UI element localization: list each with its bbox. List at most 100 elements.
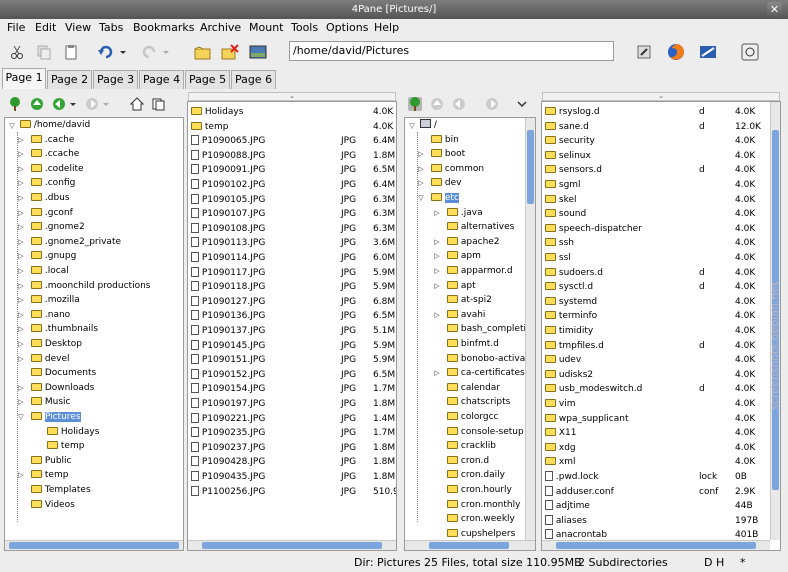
close-icon[interactable]: ✕ xyxy=(767,2,782,17)
file-row[interactable]: aliases 197B xyxy=(545,514,765,529)
file-row[interactable]: P1090113.JPG JPG 3.6M xyxy=(191,236,396,251)
right-back-icon[interactable] xyxy=(452,97,466,111)
file-row[interactable]: P1090152.JPG JPG 6.5M xyxy=(191,368,396,383)
tree-item[interactable]: .cache xyxy=(31,133,74,148)
expand-icon[interactable]: ▷ xyxy=(17,238,25,246)
file-row[interactable]: .pwd.lock lock 0B xyxy=(545,470,765,485)
right-tree-vscroll[interactable] xyxy=(525,118,535,540)
file-row[interactable]: adjtime 44B xyxy=(545,499,765,514)
expand-icon[interactable]: ▷ xyxy=(17,136,25,144)
tree-item[interactable]: .gnupg xyxy=(31,249,76,264)
expand-icon[interactable]: ▷ xyxy=(17,355,25,363)
file-row[interactable]: P1090118.JPG JPG 5.9M xyxy=(191,280,396,295)
tree-item[interactable]: .ccache xyxy=(31,147,79,162)
tree-item[interactable]: temp xyxy=(31,468,68,483)
file-row[interactable]: P1100256.JPG JPG 510.9 xyxy=(191,485,396,500)
undo-dropdown-icon[interactable] xyxy=(118,42,128,62)
file-row[interactable]: P1090145.JPG JPG 5.9M xyxy=(191,339,396,354)
expand-icon[interactable]: ▷ xyxy=(17,209,25,217)
undo-icon[interactable] xyxy=(96,42,116,62)
file-row[interactable]: P1090428.JPG JPG 1.8M xyxy=(191,455,396,470)
expand-icon[interactable]: ▽ xyxy=(417,194,425,202)
expand-icon[interactable]: ▷ xyxy=(17,384,25,392)
right-files-header[interactable]: ⌄ xyxy=(542,92,780,101)
right-forward-icon[interactable] xyxy=(485,97,499,111)
tree-item[interactable]: .codelite xyxy=(31,162,84,177)
expand-icon[interactable]: ▷ xyxy=(433,369,441,377)
tree-item[interactable]: Videos xyxy=(31,498,75,513)
terminal-icon[interactable] xyxy=(698,42,718,62)
menu-mount[interactable]: Mount xyxy=(249,19,283,36)
tree-item[interactable]: apache2 xyxy=(447,235,500,250)
file-row[interactable]: P1090136.JPG JPG 6.5M xyxy=(191,309,396,324)
cut-icon[interactable] xyxy=(7,42,27,62)
tab-page-4[interactable]: Page 4 xyxy=(139,70,184,89)
file-row[interactable]: speech-dispatcher 4.0K xyxy=(545,222,765,237)
expand-icon[interactable]: ▷ xyxy=(433,252,441,260)
expand-icon[interactable]: ▷ xyxy=(433,267,441,275)
tree-item[interactable]: calendar xyxy=(447,381,500,396)
file-row[interactable]: sensors.d d 4.0K xyxy=(545,163,765,178)
tree-item[interactable]: apparmor.d xyxy=(447,264,513,279)
firefox-icon[interactable] xyxy=(666,42,686,62)
tree-item[interactable]: temp xyxy=(47,439,84,454)
file-row[interactable]: ssh 4.0K xyxy=(545,236,765,251)
file-row[interactable]: xml 4.0K xyxy=(545,455,765,470)
path-input[interactable]: /home/david/Pictures xyxy=(289,41,614,61)
tab-page-6[interactable]: Page 6 xyxy=(231,70,276,89)
file-row[interactable]: temp 4.0K xyxy=(191,120,396,135)
tree-item[interactable]: cron.weekly xyxy=(447,512,515,527)
expand-icon[interactable]: ▷ xyxy=(433,311,441,319)
file-row[interactable]: sgml 4.0K xyxy=(545,178,765,193)
tree-item[interactable]: bin xyxy=(431,133,459,148)
file-row[interactable]: timidity 4.0K xyxy=(545,324,765,339)
tree-item[interactable]: Holidays xyxy=(47,425,99,440)
file-row[interactable]: P1090102.JPG JPG 6.4M xyxy=(191,178,396,193)
file-row[interactable]: xdg 4.0K xyxy=(545,441,765,456)
back-icon[interactable] xyxy=(52,97,66,111)
file-row[interactable]: security 4.0K xyxy=(545,134,765,149)
tree-item[interactable]: common xyxy=(431,162,484,177)
file-row[interactable]: terminfo 4.0K xyxy=(545,309,765,324)
expand-icon[interactable]: ▷ xyxy=(17,150,25,158)
tree-item[interactable]: binfmt.d xyxy=(447,337,499,352)
tab-page-1[interactable]: Page 1 xyxy=(2,68,46,89)
tree-item[interactable]: boot xyxy=(431,147,465,162)
menu-tabs[interactable]: Tabs xyxy=(99,19,123,36)
tree-item[interactable]: apt xyxy=(447,279,476,294)
tree-item[interactable]: Downloads xyxy=(31,381,94,396)
file-row[interactable]: vim 4.0K xyxy=(545,397,765,412)
menu-view[interactable]: View xyxy=(65,19,91,36)
expand-icon[interactable]: ▷ xyxy=(417,179,425,187)
file-row[interactable]: udisks2 4.0K xyxy=(545,368,765,383)
right-tree-toggle-icon[interactable] xyxy=(408,97,422,111)
tree-item[interactable]: cron.daily xyxy=(447,468,505,483)
expand-icon[interactable]: ▷ xyxy=(17,471,25,479)
tree-item[interactable]: dev xyxy=(431,176,461,191)
tree-item[interactable]: Pictures xyxy=(31,410,81,425)
expand-icon[interactable]: ▷ xyxy=(17,267,25,275)
expand-icon[interactable]: ▷ xyxy=(17,179,25,187)
tree-item[interactable]: chatscripts xyxy=(447,395,510,410)
preview-icon[interactable] xyxy=(248,42,268,62)
expand-icon[interactable]: ▷ xyxy=(17,340,25,348)
tree-item[interactable]: at-spi2 xyxy=(447,293,492,308)
tree-item[interactable]: .java xyxy=(447,206,483,221)
file-row[interactable]: P1090105.JPG JPG 6.3M xyxy=(191,193,396,208)
right-collapse-icon[interactable]: ▽ xyxy=(408,122,416,130)
copy-icon[interactable] xyxy=(34,42,54,62)
tab-page-5[interactable]: Page 5 xyxy=(185,70,230,89)
file-row[interactable]: P1090221.JPG JPG 1.4M xyxy=(191,412,396,427)
file-row[interactable]: systemd 4.0K xyxy=(545,295,765,310)
file-row[interactable]: rsyslog.d d 4.0K xyxy=(545,105,765,120)
file-row[interactable]: adduser.conf conf 2.9K xyxy=(545,485,765,500)
tree-item[interactable]: devel xyxy=(31,352,70,367)
go-up-icon[interactable] xyxy=(30,97,44,111)
tab-page-2[interactable]: Page 2 xyxy=(47,70,92,89)
tree-item[interactable]: .gnome2_private xyxy=(31,235,121,250)
right-go-up-icon[interactable] xyxy=(430,97,444,111)
tree-item[interactable]: .thumbnails xyxy=(31,322,98,337)
tree-item[interactable]: ca-certificates xyxy=(447,366,525,381)
file-row[interactable]: P1090107.JPG JPG 6.3M xyxy=(191,207,396,222)
tree-item[interactable]: .gconf xyxy=(31,206,73,221)
